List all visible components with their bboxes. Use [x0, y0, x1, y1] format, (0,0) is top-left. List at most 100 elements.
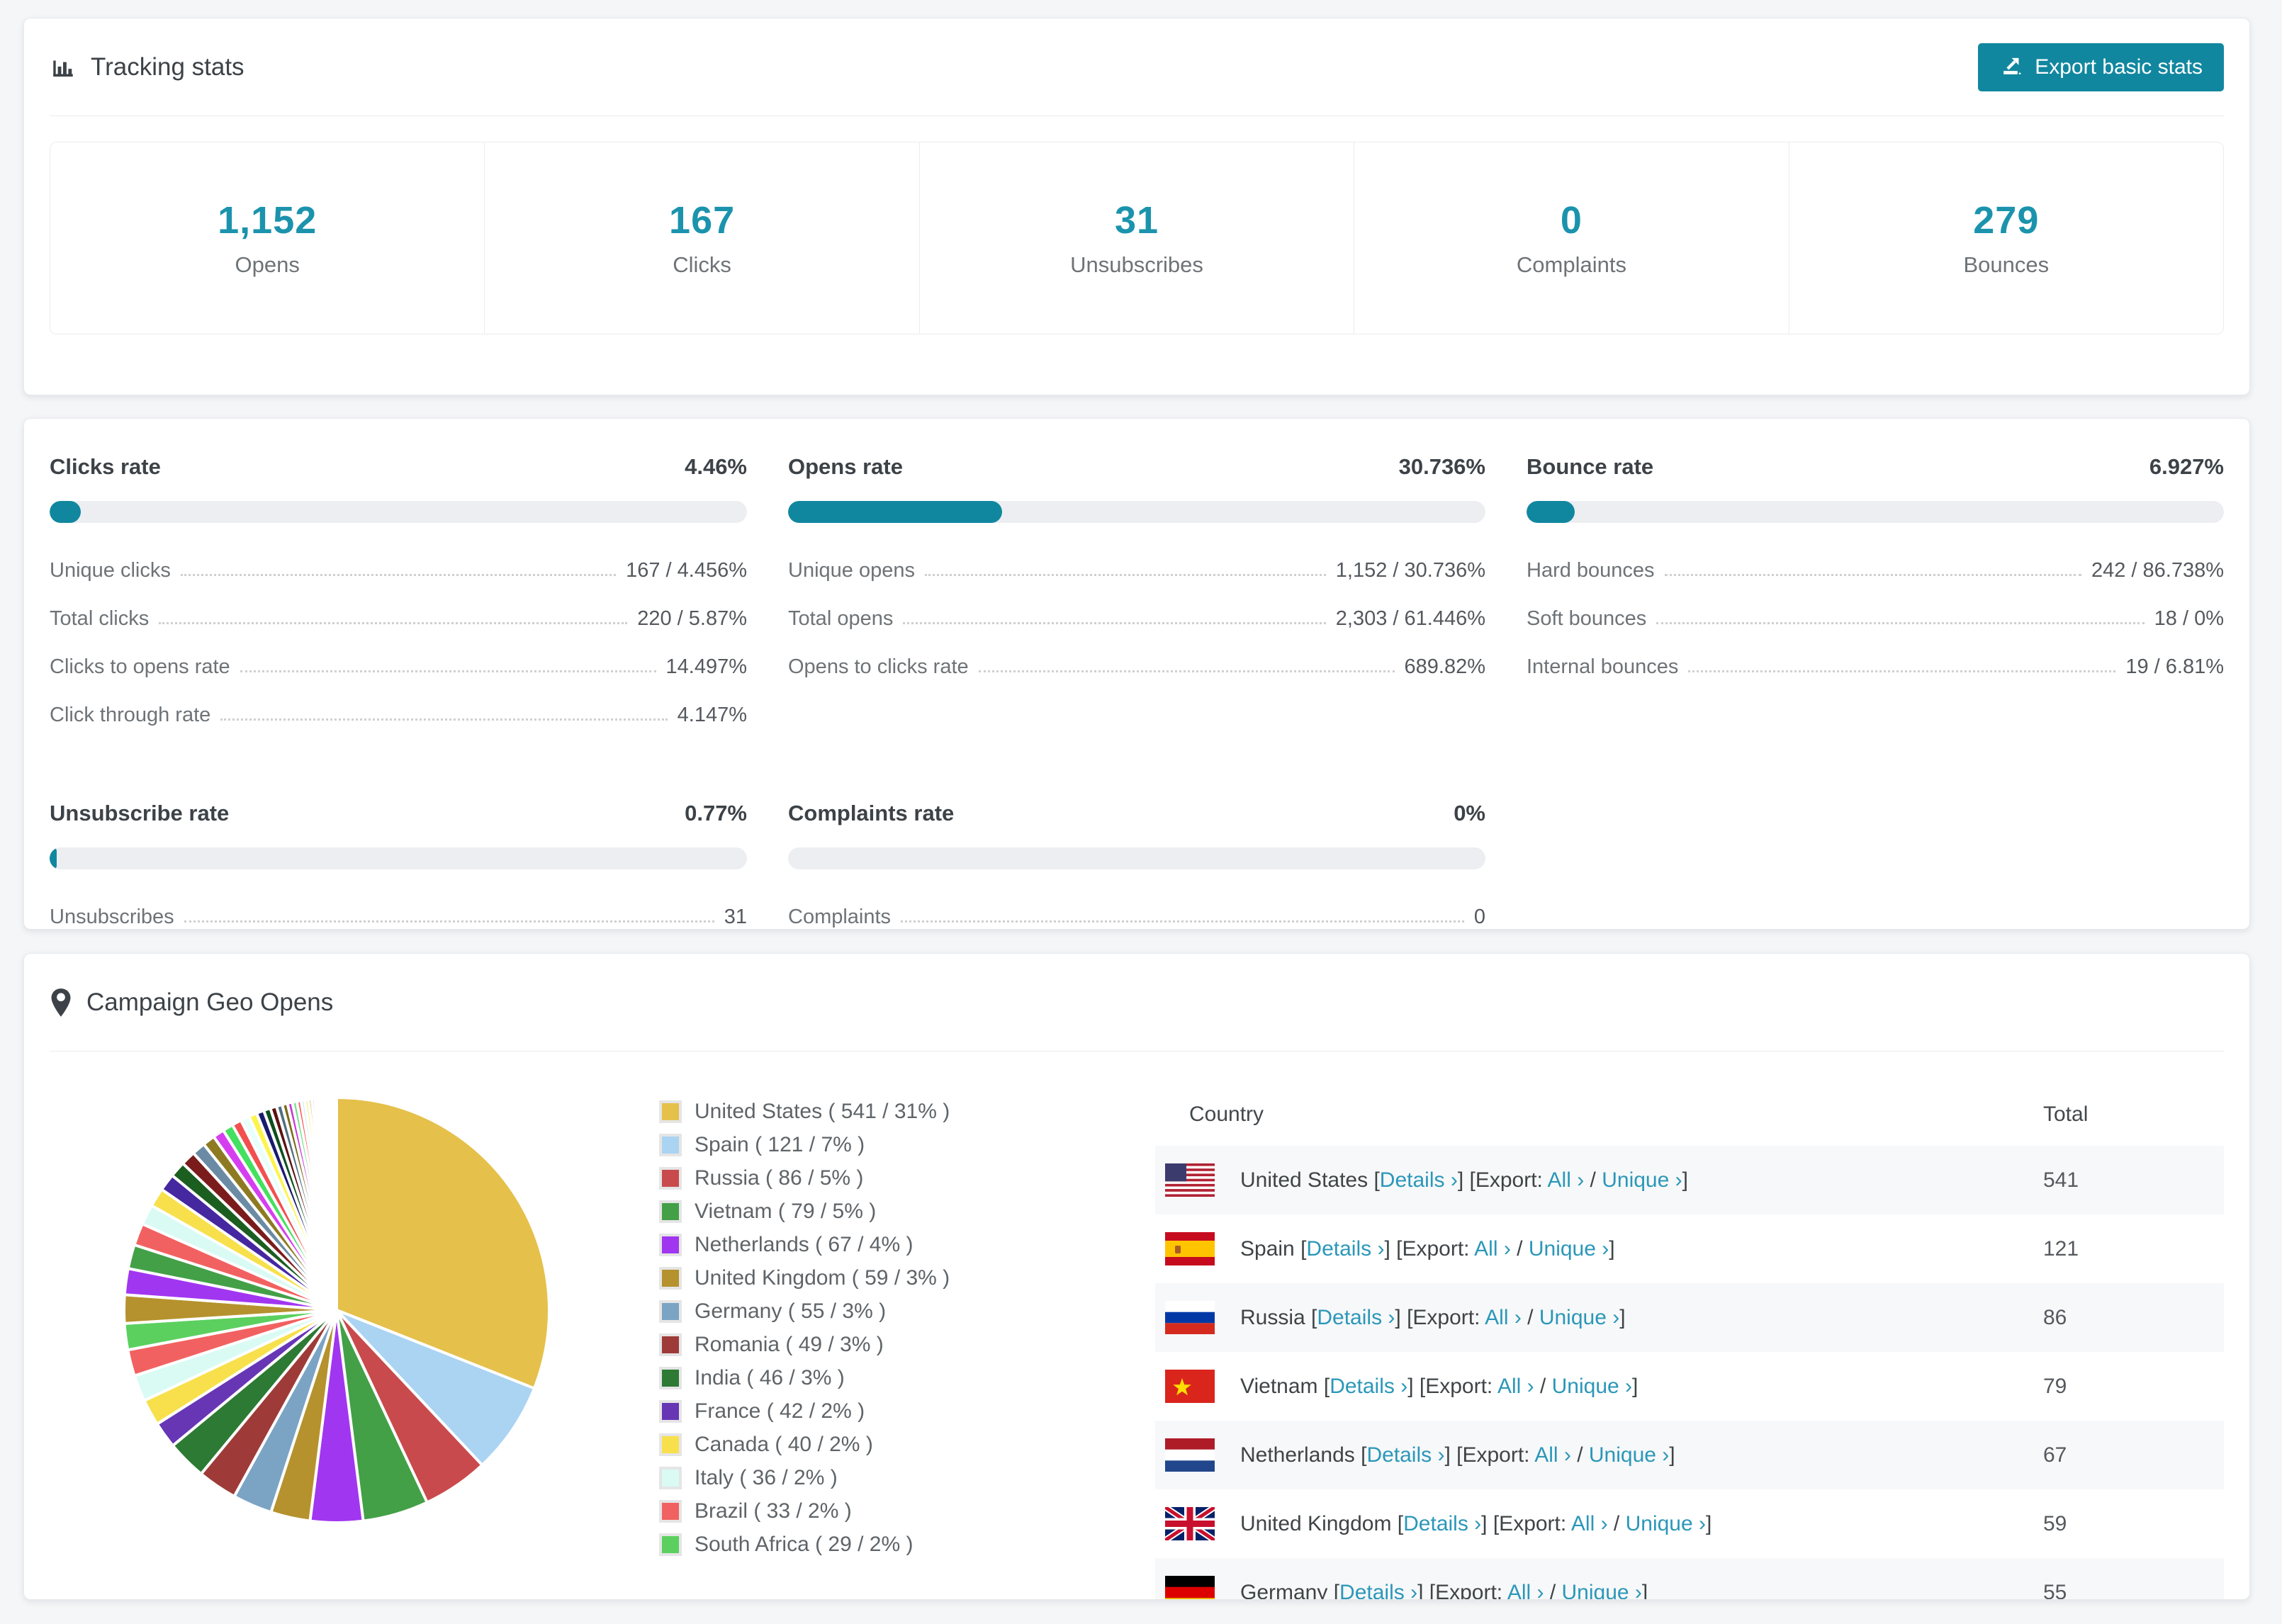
rates-card: Clicks rate 4.46% Unique clicks 167 / 4.…	[23, 418, 2250, 930]
geo-legend: United States ( 541 / 31% ) Spain ( 121 …	[659, 1051, 1155, 1566]
rate-row-label: Internal bounces	[1527, 655, 1679, 678]
country-name: Spain	[1240, 1236, 1295, 1261]
rate-value: 30.736%	[1398, 454, 1485, 479]
legend-label: India ( 46 / 3% )	[695, 1366, 845, 1389]
details-link[interactable]: Details ›	[1366, 1443, 1444, 1467]
export-all-link[interactable]: All ›	[1571, 1512, 1608, 1535]
bracket-close-2: ]	[1619, 1305, 1626, 1329]
export-unique-link[interactable]: Unique ›	[1552, 1375, 1632, 1398]
export-unique-link[interactable]: Unique ›	[1626, 1512, 1706, 1535]
rate-title: Clicks rate	[50, 454, 161, 479]
export-all-link[interactable]: All ›	[1497, 1375, 1534, 1398]
country-cell: United Kingdom [Details ›] [Export: All …	[1240, 1512, 1712, 1536]
rate-title: Complaints rate	[788, 801, 955, 825]
export-all-link[interactable]: All ›	[1548, 1168, 1585, 1192]
export-all-link[interactable]: All ›	[1534, 1443, 1571, 1467]
export-unique-link[interactable]: Unique ›	[1589, 1443, 1669, 1467]
rate-row-value: 14.497%	[665, 655, 748, 678]
country-total: 79	[2043, 1374, 2067, 1398]
legend-swatch	[659, 1134, 682, 1156]
rate-value: 6.927%	[2149, 454, 2224, 479]
country-total: 121	[2043, 1236, 2079, 1261]
dotted-leader	[159, 622, 628, 624]
country-cell: Russia [Details ›] [Export: All › / Uniq…	[1240, 1306, 1626, 1330]
details-link[interactable]: Details ›	[1339, 1581, 1417, 1600]
export-all-link[interactable]: All ›	[1507, 1581, 1544, 1600]
summary-stat-box: 31 Unsubscribes	[918, 142, 1354, 334]
details-link[interactable]: Details ›	[1330, 1375, 1407, 1398]
country-name: Netherlands	[1240, 1443, 1355, 1467]
rate-row-label: Complaints	[788, 906, 892, 928]
rate-row-label: Opens to clicks rate	[788, 655, 969, 678]
summary-stat-box: 279 Bounces	[1788, 142, 2223, 334]
progress-bar	[50, 501, 747, 523]
rate-row-value: 2,303 / 61.446%	[1335, 607, 1485, 630]
geo-table-header: Country Total	[1155, 1083, 2224, 1146]
table-row: Germany [Details ›] [Export: All › / Uni…	[1155, 1558, 2224, 1600]
geo-pie-chart	[50, 1051, 659, 1530]
details-link[interactable]: Details ›	[1403, 1512, 1481, 1535]
rate-row-label: Unique clicks	[50, 559, 171, 582]
rate-row-value: 18 / 0%	[2154, 607, 2224, 630]
rate-row-label: Click through rate	[50, 704, 211, 726]
rate-row-value: 19 / 6.81%	[2125, 655, 2224, 678]
legend-label: Canada ( 40 / 2% )	[695, 1433, 873, 1456]
details-link[interactable]: Details ›	[1306, 1237, 1384, 1261]
rate-rows: Unsubscribes 31	[50, 899, 747, 929]
rate-rows: Hard bounces 242 / 86.738% Soft bounces …	[1527, 553, 2224, 679]
campaign-geo-opens-header: Campaign Geo Opens	[50, 954, 2224, 1051]
dotted-leader	[1656, 622, 2145, 624]
legend-label: United States ( 541 / 31% )	[695, 1100, 950, 1123]
export-prefix: [Export:	[1493, 1511, 1571, 1535]
rate-row-value: 1,152 / 30.736%	[1335, 559, 1485, 582]
legend-item: India ( 46 / 3% )	[659, 1366, 1155, 1390]
rate-row: Click through rate 4.147%	[50, 697, 747, 727]
bracket-close-2: ]	[1706, 1511, 1712, 1535]
export-prefix: [Export:	[1469, 1168, 1548, 1192]
bracket-close: ]	[1417, 1580, 1429, 1600]
slash-separator: /	[1521, 1305, 1539, 1329]
slash-separator: /	[1570, 1443, 1589, 1467]
rates-grid: Clicks rate 4.46% Unique clicks 167 / 4.…	[50, 419, 2224, 929]
export-unique-link[interactable]: Unique ›	[1602, 1168, 1682, 1192]
legend-swatch	[659, 1433, 682, 1456]
details-link[interactable]: Details ›	[1317, 1306, 1395, 1329]
geo-table-body: United States [Details ›] [Export: All ›…	[1155, 1146, 2224, 1600]
legend-swatch	[659, 1500, 682, 1523]
bracket-close: ]	[1407, 1374, 1420, 1398]
country-name: Germany	[1240, 1580, 1328, 1600]
campaign-geo-opens-title: Campaign Geo Opens	[50, 988, 333, 1017]
rate-title: Bounce rate	[1527, 454, 1654, 479]
legend-swatch	[659, 1400, 682, 1423]
legend-item: Spain ( 121 / 7% )	[659, 1133, 1155, 1157]
export-prefix: [Export:	[1429, 1580, 1507, 1600]
export-all-link[interactable]: All ›	[1485, 1306, 1522, 1329]
rate-head: Clicks rate 4.46%	[50, 454, 747, 480]
table-row: United Kingdom [Details ›] [Export: All …	[1155, 1489, 2224, 1558]
export-basic-stats-button[interactable]: Export basic stats	[1978, 43, 2224, 91]
tracking-stats-title: Tracking stats	[50, 53, 244, 81]
export-all-link[interactable]: All ›	[1474, 1237, 1511, 1261]
legend-item: United Kingdom ( 59 / 3% )	[659, 1266, 1155, 1290]
summary-stat-box: 0 Complaints	[1354, 142, 1788, 334]
bracket-close-2: ]	[1682, 1168, 1688, 1192]
rate-rows: Complaints 0	[788, 899, 1485, 929]
legend-label: Netherlands ( 67 / 4% )	[695, 1233, 914, 1256]
export-unique-link[interactable]: Unique ›	[1562, 1581, 1642, 1600]
export-icon	[1999, 52, 2023, 82]
bracket-close: ]	[1395, 1305, 1407, 1329]
geo-table: Country Total United States [Details ›] …	[1155, 1051, 2224, 1600]
legend-label: Russia ( 86 / 5% )	[695, 1166, 864, 1190]
rate-row-value: 0	[1473, 906, 1485, 928]
export-unique-link[interactable]: Unique ›	[1529, 1237, 1609, 1261]
bracket-close: ]	[1444, 1443, 1457, 1467]
rate-block: Complaints rate 0% Complaints 0	[788, 801, 1485, 929]
legend-swatch	[659, 1367, 682, 1389]
country-cell: Vietnam [Details ›] [Export: All › / Uni…	[1240, 1375, 1638, 1399]
table-row: United States [Details ›] [Export: All ›…	[1155, 1146, 2224, 1214]
dotted-leader	[180, 574, 617, 576]
country-total: 59	[2043, 1511, 2067, 1535]
country-total: 67	[2043, 1443, 2067, 1467]
details-link[interactable]: Details ›	[1380, 1168, 1458, 1192]
export-unique-link[interactable]: Unique ›	[1539, 1306, 1619, 1329]
